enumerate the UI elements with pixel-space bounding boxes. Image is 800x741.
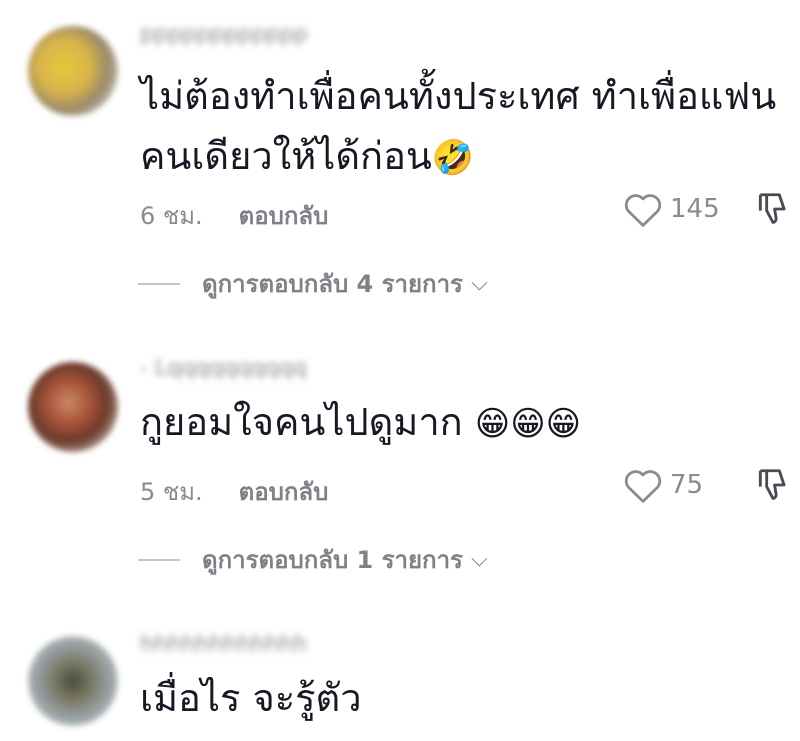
comment-meta: 6 ชม. ตอบกลับ [140, 196, 328, 235]
view-replies-label: ดูการตอบกลับ 1 รายการ [202, 546, 463, 574]
username[interactable]: hhhhhhhhhhhh [140, 632, 307, 658]
avatar[interactable] [28, 362, 118, 452]
comment-text-line: คนเดียวให้ได้ก่อน🤣 [140, 126, 776, 188]
timestamp: 5 ชม. [140, 478, 203, 506]
divider-line [138, 282, 180, 285]
comment-text-line: ไม่ต้องทำเพื่อคนทั้งประเทศ ทำเพื่อแฟน [140, 74, 777, 118]
comment-text-line: เมื่อไร จะรู้ตัว [140, 676, 362, 720]
like-count: 75 [670, 470, 704, 500]
heart-outline-icon [624, 194, 662, 227]
thumbs-down-icon[interactable] [754, 466, 792, 504]
username[interactable]: - Lqqqqqqqqqq [140, 356, 307, 382]
avatar[interactable] [28, 636, 118, 726]
thumbs-down-icon[interactable] [754, 190, 792, 228]
divider-line [138, 558, 180, 561]
comment-meta: 5 ชม. ตอบกลับ [140, 472, 328, 511]
laughing-emoji: 🤣 [431, 138, 475, 178]
comment-text: กูยอมใจคนไปดูมาก 😁😁😁 [140, 392, 581, 454]
like-button[interactable]: 75 [622, 466, 703, 504]
view-replies-label: ดูการตอบกลับ 4 รายการ [202, 270, 463, 298]
avatar[interactable] [28, 26, 118, 116]
reply-button[interactable]: ตอบกลับ [239, 202, 329, 230]
comment-text: ไม่ต้องทำเพื่อคนทั้งประเทศ ทำเพื่อแฟน คน… [140, 66, 776, 188]
chevron-down-icon: ⌵ [470, 271, 488, 296]
heart-outline-icon [624, 470, 662, 503]
chevron-down-icon: ⌵ [470, 547, 488, 572]
timestamp: 6 ชม. [140, 202, 203, 230]
view-replies-button[interactable]: ดูการตอบกลับ 1 รายการ ⌵ [138, 540, 488, 579]
comment-text-line: กูยอมใจคนไปดูมาก 😁😁😁 [140, 392, 581, 454]
username[interactable]: pppppppppppp [140, 22, 308, 48]
like-count: 145 [670, 194, 720, 224]
view-replies-button[interactable]: ดูการตอบกลับ 4 รายการ ⌵ [138, 264, 488, 303]
comment-text-segment: คนเดียวให้ได้ก่อน [140, 134, 432, 178]
comment-text: เมื่อไร จะรู้ตัว [140, 668, 362, 728]
like-button[interactable]: 145 [622, 190, 720, 228]
grinning-emoji: 😁😁😁 [474, 404, 582, 444]
comment-text-segment: กูยอมใจคนไปดูมาก [140, 400, 463, 444]
reply-button[interactable]: ตอบกลับ [239, 478, 329, 506]
